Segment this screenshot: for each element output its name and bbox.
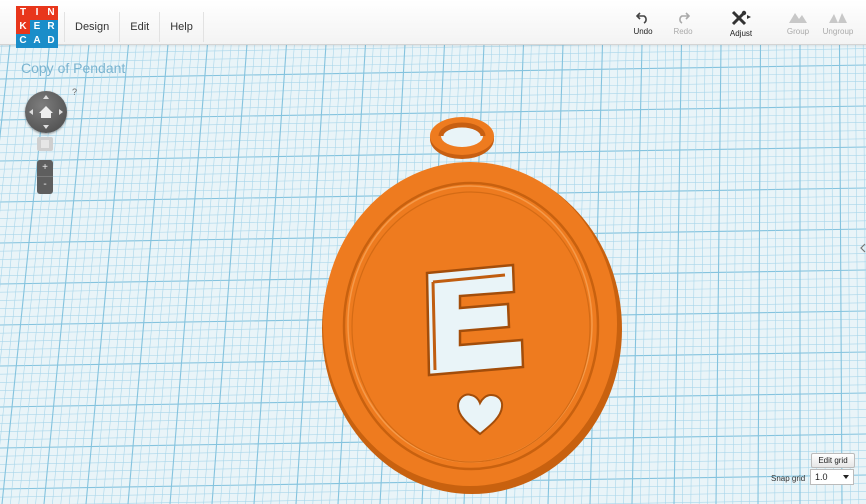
edit-grid-button[interactable]: Edit grid bbox=[811, 453, 855, 468]
workplane[interactable]: Copy of Pendant ? + - Edit grid Snap gri… bbox=[0, 44, 866, 504]
help-marker[interactable]: ? bbox=[72, 87, 77, 97]
group-icon bbox=[789, 13, 807, 23]
snap-grid-select[interactable]: 1.0 bbox=[810, 469, 854, 485]
logo-letter: T bbox=[16, 6, 30, 20]
logo-letter: R bbox=[44, 20, 58, 34]
ungroup-label: Ungroup bbox=[822, 27, 854, 36]
snap-grid-value: 1.0 bbox=[815, 472, 828, 482]
adjust-button[interactable]: Adjust bbox=[719, 10, 763, 38]
redo-icon bbox=[679, 12, 690, 24]
zoom-control: + - bbox=[37, 160, 53, 194]
menu-design[interactable]: Design bbox=[64, 12, 119, 42]
orbit-arrows-icon bbox=[29, 95, 63, 129]
main-menu: Design Edit Help bbox=[64, 12, 204, 42]
undo-label: Undo bbox=[633, 27, 653, 36]
snap-grid-label: Snap grid bbox=[771, 474, 806, 483]
view-cube-nav[interactable] bbox=[25, 91, 67, 133]
top-bar: TINKERCAD Design Edit Help Undo Redo Adj… bbox=[0, 0, 866, 48]
chevron-left-icon bbox=[860, 243, 866, 253]
menu-edit[interactable]: Edit bbox=[119, 12, 159, 42]
undo-button[interactable]: Undo bbox=[621, 10, 665, 36]
group-label: Group bbox=[786, 27, 810, 36]
chevron-down-icon bbox=[843, 475, 849, 479]
logo-letter: E bbox=[30, 20, 44, 34]
logo-letter: K bbox=[16, 20, 30, 34]
logo-letter: I bbox=[30, 6, 44, 20]
fit-view-button[interactable] bbox=[37, 137, 53, 151]
group-button[interactable]: Group bbox=[776, 10, 820, 36]
pendant-model[interactable] bbox=[300, 114, 660, 504]
zoom-out-button[interactable]: - bbox=[37, 177, 53, 194]
logo-letter: A bbox=[30, 34, 44, 48]
zoom-in-button[interactable]: + bbox=[37, 160, 53, 177]
logo-letter: C bbox=[16, 34, 30, 48]
redo-label: Redo bbox=[673, 27, 693, 36]
menu-help[interactable]: Help bbox=[159, 12, 204, 42]
logo-letter: N bbox=[44, 6, 58, 20]
adjust-icon bbox=[731, 10, 751, 26]
redo-button[interactable]: Redo bbox=[661, 10, 705, 36]
home-icon bbox=[39, 106, 53, 118]
ungroup-icon bbox=[829, 13, 847, 23]
tinkercad-logo[interactable]: TINKERCAD bbox=[16, 6, 58, 48]
undo-icon bbox=[636, 12, 647, 24]
design-title[interactable]: Copy of Pendant bbox=[21, 60, 125, 76]
adjust-label: Adjust bbox=[729, 29, 753, 38]
ungroup-button[interactable]: Ungroup bbox=[816, 10, 860, 36]
fit-view-icon bbox=[41, 140, 49, 148]
side-panel-toggle[interactable] bbox=[859, 238, 866, 258]
logo-letter: D bbox=[44, 34, 58, 48]
